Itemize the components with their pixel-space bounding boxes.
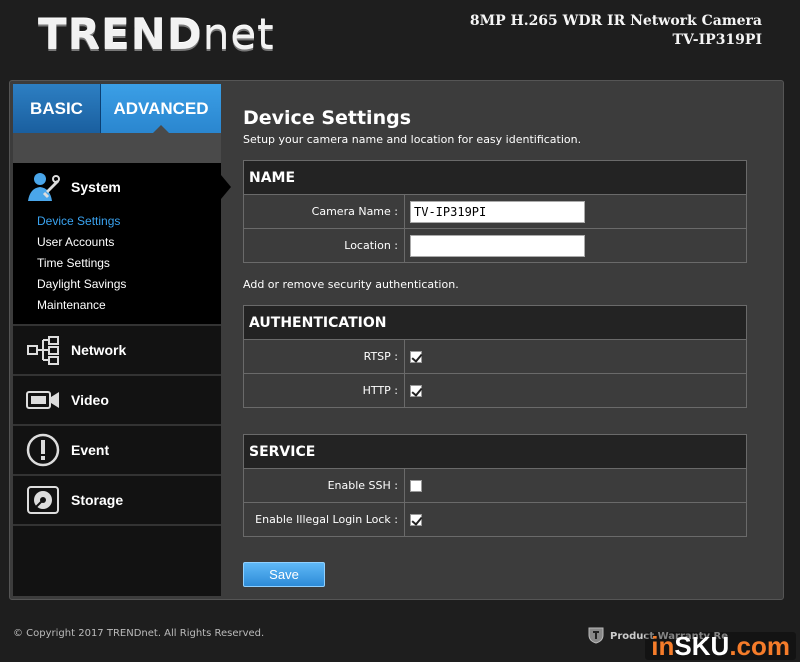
sidebar-video-label: Video (71, 392, 109, 408)
illegal-login-lock-label: Enable Illegal Login Lock : (243, 502, 405, 537)
table-row: Camera Name : (243, 194, 747, 229)
sidebar-network-label: Network (71, 342, 127, 358)
submenu-device-settings[interactable]: Device Settings (37, 211, 221, 232)
camera-name-input[interactable] (410, 200, 585, 223)
table-row: Location : (243, 228, 747, 263)
tab-advanced[interactable]: ADVANCED (101, 84, 221, 134)
http-label: HTTP : (243, 373, 405, 408)
submenu-time-settings[interactable]: Time Settings (37, 253, 221, 274)
submenu-maintenance[interactable]: Maintenance (37, 295, 221, 316)
tab-spacer (13, 133, 221, 163)
page-title: Device Settings (243, 107, 412, 129)
product-model: TV-IP319PI (672, 32, 762, 48)
sidebar-event-label: Event (71, 442, 110, 458)
trendnet-logo: TRENDnet (38, 10, 275, 59)
name-section-header: NAME (243, 160, 747, 195)
sidebar: BASIC ADVANCED System Device Settings Us… (13, 84, 231, 596)
name-settings-table: NAME Camera Name : Location : (243, 160, 747, 263)
warranty-shield-icon (588, 626, 604, 647)
table-row: HTTP : (243, 373, 747, 408)
inskuwatermark: inSKU.com (645, 632, 796, 660)
sidebar-section-storage: Storage (13, 476, 221, 526)
sidebar-item-system[interactable]: System (13, 163, 221, 211)
tab-pointer (152, 125, 170, 134)
sidebar-item-video[interactable]: Video (13, 376, 221, 424)
video-camera-icon (25, 384, 61, 416)
location-label: Location : (243, 228, 405, 263)
sidebar-section-system: System Device Settings User Accounts Tim… (13, 163, 231, 326)
tab-advanced-label: ADVANCED (113, 98, 209, 118)
product-title: 8MP H.265 WDR IR Network Camera TV-IP319… (470, 12, 762, 50)
sidebar-storage-label: Storage (71, 492, 124, 508)
submenu-daylight-savings[interactable]: Daylight Savings (37, 274, 221, 295)
save-button[interactable]: Save (243, 562, 325, 587)
camera-name-label: Camera Name : (243, 194, 405, 229)
network-tree-icon (25, 334, 61, 366)
main-frame: BASIC ADVANCED System Device Settings Us… (9, 80, 784, 600)
sidebar-section-video: Video (13, 376, 221, 426)
service-section-header: SERVICE (243, 434, 747, 469)
authentication-table: AUTHENTICATION RTSP : HTTP : (243, 305, 747, 408)
mode-tabs: BASIC ADVANCED (13, 84, 221, 134)
sidebar-item-storage[interactable]: Storage (13, 476, 221, 524)
copyright-text: © Copyright 2017 TRENDnet. All Rights Re… (13, 628, 265, 639)
page-description: Setup your camera name and location for … (243, 133, 582, 146)
service-table: SERVICE Enable SSH : Enable Illegal Logi… (243, 434, 747, 537)
sidebar-item-event[interactable]: Event (13, 426, 221, 474)
illegal-login-lock-checkbox[interactable] (410, 514, 422, 526)
active-section-arrow (221, 175, 231, 199)
sidebar-section-event: Event (13, 426, 221, 476)
sidebar-item-network[interactable]: Network (13, 326, 221, 374)
alert-exclamation-icon (25, 433, 61, 467)
sidebar-system-label: System (71, 179, 121, 195)
storage-disk-icon (25, 484, 61, 516)
rtsp-label: RTSP : (243, 339, 405, 374)
location-input[interactable] (410, 234, 585, 257)
table-row: RTSP : (243, 339, 747, 374)
enable-ssh-label: Enable SSH : (243, 468, 405, 503)
table-row: Enable SSH : (243, 468, 747, 503)
header: TRENDnet 8MP H.265 WDR IR Network Camera… (0, 0, 800, 80)
content-area: Device Settings Setup your camera name a… (243, 107, 747, 537)
product-description: 8MP H.265 WDR IR Network Camera (469, 13, 762, 29)
enable-ssh-checkbox[interactable] (410, 480, 422, 492)
system-submenu: Device Settings User Accounts Time Setti… (13, 211, 221, 324)
tab-basic[interactable]: BASIC (13, 84, 101, 133)
auth-note: Add or remove security authentication. (243, 278, 459, 291)
table-row: Enable Illegal Login Lock : (243, 502, 747, 537)
authentication-section-header: AUTHENTICATION (243, 305, 747, 340)
rtsp-checkbox[interactable] (410, 351, 422, 363)
http-checkbox[interactable] (410, 385, 422, 397)
submenu-user-accounts[interactable]: User Accounts (37, 232, 221, 253)
sidebar-section-network: Network (13, 326, 221, 376)
system-admin-icon (25, 171, 61, 203)
